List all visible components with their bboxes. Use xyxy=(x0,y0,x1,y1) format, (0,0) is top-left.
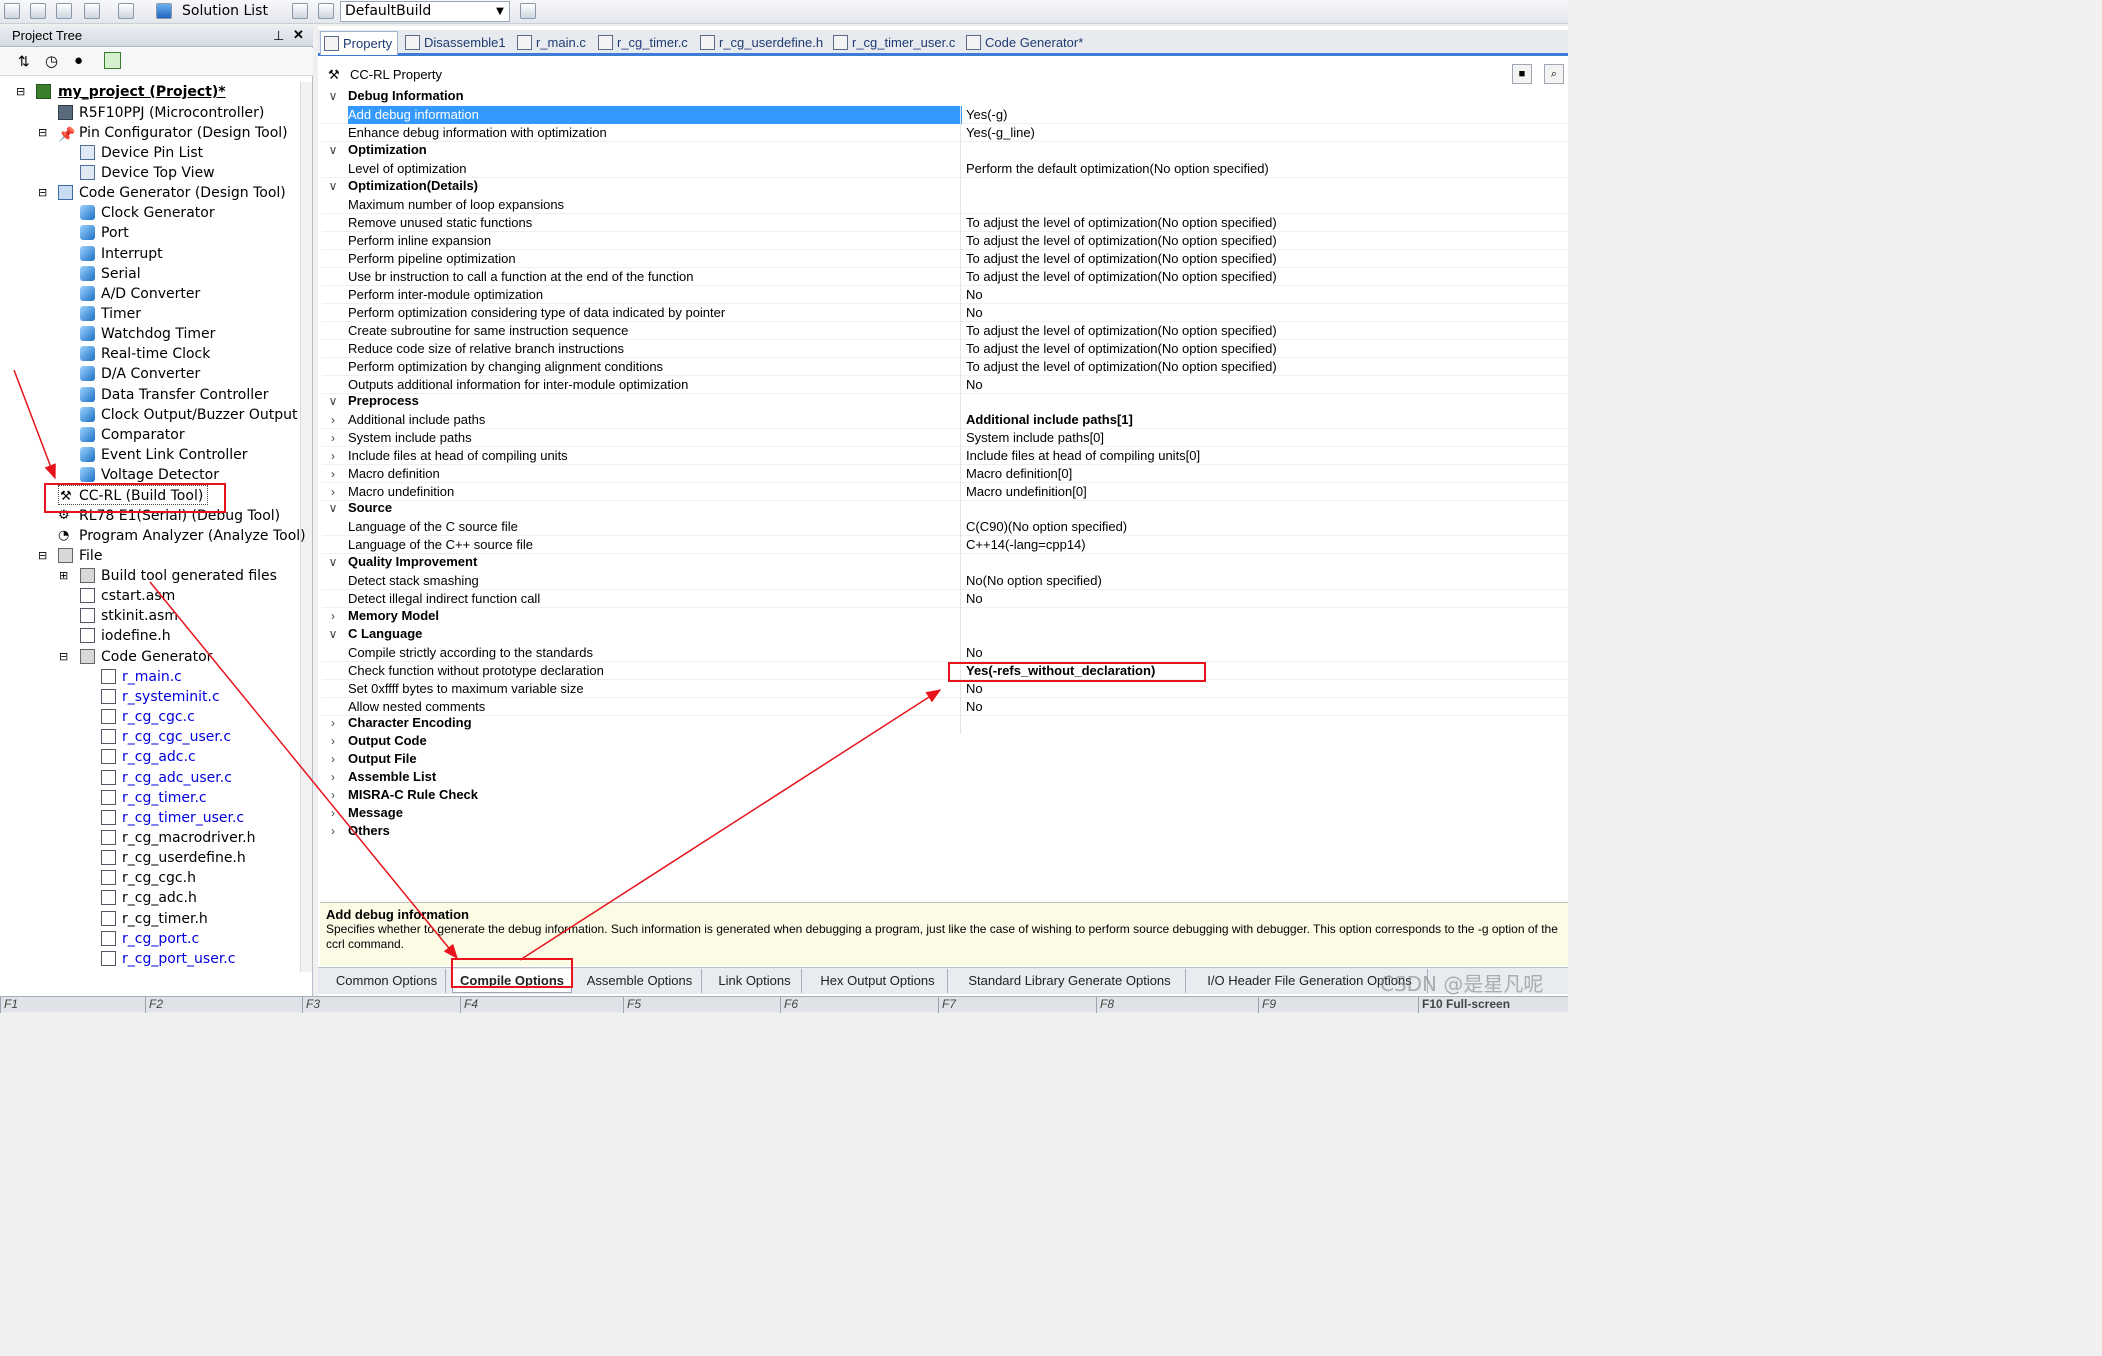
watermark: CSDN @是星凡呢 xyxy=(1380,972,1544,996)
annotation-arrows xyxy=(13,369,942,961)
